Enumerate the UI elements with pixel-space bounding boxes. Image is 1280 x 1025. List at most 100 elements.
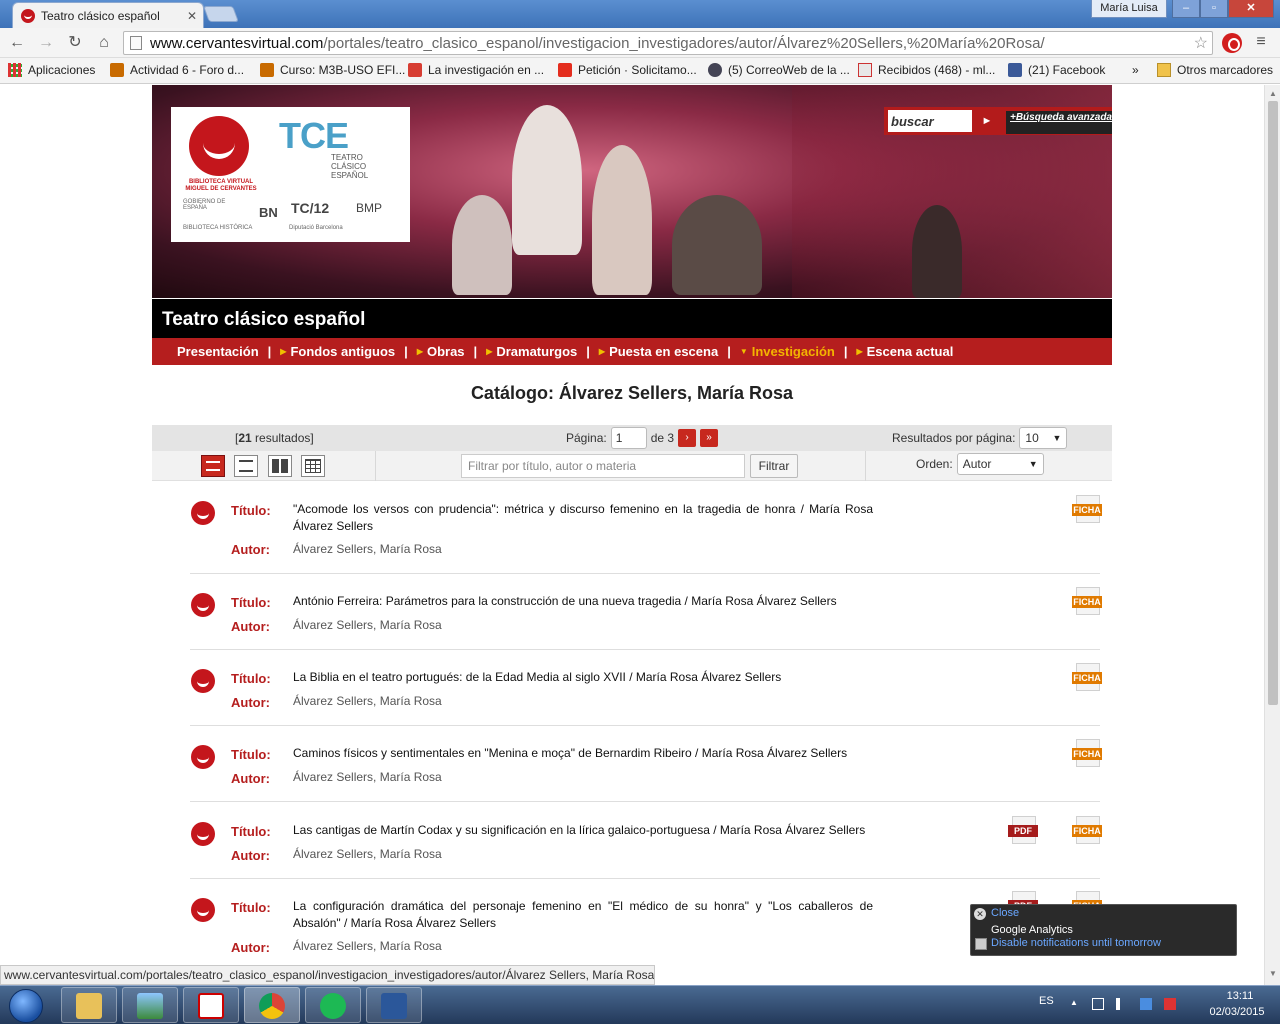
bookmark-item[interactable]: Petición · Solicitamo...: [558, 63, 697, 77]
address-bar[interactable]: www.cervantesvirtual.com/portales/teatro…: [123, 31, 1213, 55]
window-close-button[interactable]: ✕: [1228, 0, 1274, 18]
nav-fondos-antiguos[interactable]: Fondos antiguos: [290, 344, 395, 359]
forward-button[interactable]: →: [35, 32, 57, 54]
back-button[interactable]: ←: [6, 32, 28, 54]
bookmark-item[interactable]: La investigación en ...: [408, 63, 544, 77]
page-viewport: BIBLIOTECA VIRTUAL MIGUEL DE CERVANTES T…: [0, 85, 1264, 965]
windows-logo-icon: [9, 989, 43, 1023]
taskbar-acrobat[interactable]: [183, 987, 239, 1023]
profile-button[interactable]: María Luisa: [1091, 0, 1167, 18]
grid-view-icon[interactable]: [268, 455, 292, 477]
header-banner: BIBLIOTECA VIRTUAL MIGUEL DE CERVANTES T…: [152, 85, 1112, 298]
nav-obras[interactable]: Obras: [427, 344, 465, 359]
nav-separator: |: [727, 344, 731, 359]
language-indicator[interactable]: ES: [1039, 995, 1054, 1007]
advanced-search-link[interactable]: +Búsqueda avanzada: [1006, 111, 1112, 134]
network-icon[interactable]: [1092, 998, 1104, 1010]
bookmark-label: Recibidos (468) - ml...: [878, 63, 996, 77]
clock-time[interactable]: 13:11: [1210, 990, 1270, 1002]
result-title-link[interactable]: La configuración dramática del personaje…: [293, 898, 873, 932]
taskbar-word[interactable]: [366, 987, 422, 1023]
ficha-button[interactable]: FICHA: [1072, 587, 1104, 617]
result-title-link[interactable]: La Biblia en el teatro portugués: de la …: [293, 669, 913, 686]
title-label: Título:: [231, 671, 271, 686]
ficha-button[interactable]: FICHA: [1072, 495, 1104, 525]
chrome-menu-icon[interactable]: ≡: [1252, 33, 1270, 51]
nav-presentacion[interactable]: Presentación: [177, 344, 259, 359]
taskbar-chrome[interactable]: [244, 987, 300, 1023]
bookmark-label: Petición · Solicitamo...: [578, 63, 697, 77]
maximize-button[interactable]: ▫: [1200, 0, 1228, 18]
site-title-bar: Teatro clásico español: [152, 298, 1112, 338]
dropbox-icon[interactable]: [1140, 998, 1152, 1010]
detail-view-icon[interactable]: [234, 455, 258, 477]
per-page-select[interactable]: 10 ▼: [1019, 427, 1068, 449]
site-logo[interactable]: BIBLIOTECA VIRTUAL MIGUEL DE CERVANTES T…: [171, 107, 410, 242]
taskbar-picture-viewer[interactable]: [122, 987, 178, 1023]
start-button[interactable]: [2, 987, 52, 1024]
minimize-button[interactable]: –: [1172, 0, 1200, 18]
ficha-button[interactable]: FICHA: [1072, 663, 1104, 693]
extension-icon[interactable]: [1222, 33, 1242, 53]
bookmark-item[interactable]: Recibidos (468) - ml...: [858, 63, 995, 77]
close-icon[interactable]: ✕: [974, 908, 986, 920]
bookmark-item[interactable]: Curso: M3B-USO EFI...: [260, 63, 405, 77]
show-hidden-icons-icon[interactable]: ▲: [1070, 998, 1082, 1010]
result-author: Álvarez Sellers, María Rosa: [293, 694, 442, 708]
tab-close-icon[interactable]: ✕: [187, 9, 197, 23]
bookmark-star-icon[interactable]: ☆: [1194, 33, 1208, 53]
nav-escena-actual[interactable]: Escena actual: [867, 344, 954, 359]
filter-button[interactable]: Filtrar: [750, 454, 798, 478]
nav-puesta-en-escena[interactable]: Puesta en escena: [609, 344, 718, 359]
page-scrollbar[interactable]: ▲ ▼: [1264, 85, 1280, 985]
table-view-icon[interactable]: [301, 455, 325, 477]
page-number-input[interactable]: 1: [610, 427, 647, 449]
nav-investigacion[interactable]: Investigación: [752, 344, 835, 359]
ficha-button[interactable]: FICHA: [1072, 816, 1104, 846]
result-row: Título: La Biblia en el teatro portugués…: [190, 650, 1102, 726]
disable-notifications-link[interactable]: Disable notifications until tomorrow: [991, 937, 1161, 949]
scroll-up-icon[interactable]: ▲: [1269, 89, 1277, 98]
ficha-button[interactable]: FICHA: [1072, 739, 1104, 769]
chevron-down-icon: ▼: [1028, 459, 1038, 469]
volume-icon[interactable]: [1116, 998, 1128, 1010]
moodle-icon: [260, 63, 274, 77]
scroll-down-icon[interactable]: ▼: [1269, 969, 1277, 978]
taskbar-explorer[interactable]: [61, 987, 117, 1023]
browser-tab[interactable]: Teatro clásico español ✕: [12, 2, 204, 28]
disable-checkbox[interactable]: [975, 938, 987, 950]
clock-date[interactable]: 02/03/2015: [1202, 1006, 1272, 1018]
result-title-link[interactable]: "Acomode los versos con prudencia": métr…: [293, 501, 873, 535]
bookmark-apps[interactable]: Aplicaciones: [8, 63, 95, 77]
filter-input[interactable]: Filtrar por título, autor o materia: [461, 454, 745, 478]
scrollbar-thumb[interactable]: [1268, 101, 1278, 705]
pdf-button[interactable]: PDF: [1008, 816, 1040, 846]
notification-close-link[interactable]: Close: [991, 907, 1019, 919]
search-go-button[interactable]: ►: [976, 110, 998, 132]
bookmarks-overflow-button[interactable]: »: [1132, 63, 1139, 77]
nav-dramaturgos[interactable]: Dramaturgos: [496, 344, 577, 359]
notification-flag-icon[interactable]: [1164, 998, 1176, 1010]
result-title-link[interactable]: Las cantigas de Martín Codax y su signif…: [293, 822, 913, 839]
other-bookmarks[interactable]: Otros marcadores: [1157, 63, 1273, 77]
partner-logo: TC/12: [291, 200, 330, 216]
new-tab-button[interactable]: [203, 6, 239, 22]
bookmark-item[interactable]: Actividad 6 - Foro d...: [110, 63, 244, 77]
order-select[interactable]: Autor ▼: [956, 453, 1044, 475]
home-button[interactable]: ⌂: [93, 32, 115, 54]
search-input[interactable]: [888, 110, 972, 132]
partner-logo: GOBIERNO DE ESPAÑA: [183, 199, 226, 211]
bookmark-item[interactable]: (21) Facebook: [1008, 63, 1105, 77]
bvmc-logo-text: BIBLIOTECA VIRTUAL MIGUEL DE CERVANTES: [185, 179, 257, 192]
result-title-link[interactable]: Caminos físicos y sentimentales en "Meni…: [293, 745, 913, 762]
taskbar-spotify[interactable]: [305, 987, 361, 1023]
filter-bar: Filtrar por título, autor o materia Filt…: [152, 451, 1112, 481]
reload-button[interactable]: ↻: [64, 32, 86, 54]
result-author: Álvarez Sellers, María Rosa: [293, 542, 442, 556]
list-view-icon[interactable]: [201, 455, 225, 477]
bookmark-item[interactable]: (5) CorreoWeb de la ...: [708, 63, 850, 77]
last-page-button[interactable]: »: [700, 429, 719, 447]
next-page-button[interactable]: ›: [678, 429, 697, 447]
result-title-link[interactable]: António Ferreira: Parámetros para la con…: [293, 593, 913, 610]
page-icon: [130, 36, 142, 50]
